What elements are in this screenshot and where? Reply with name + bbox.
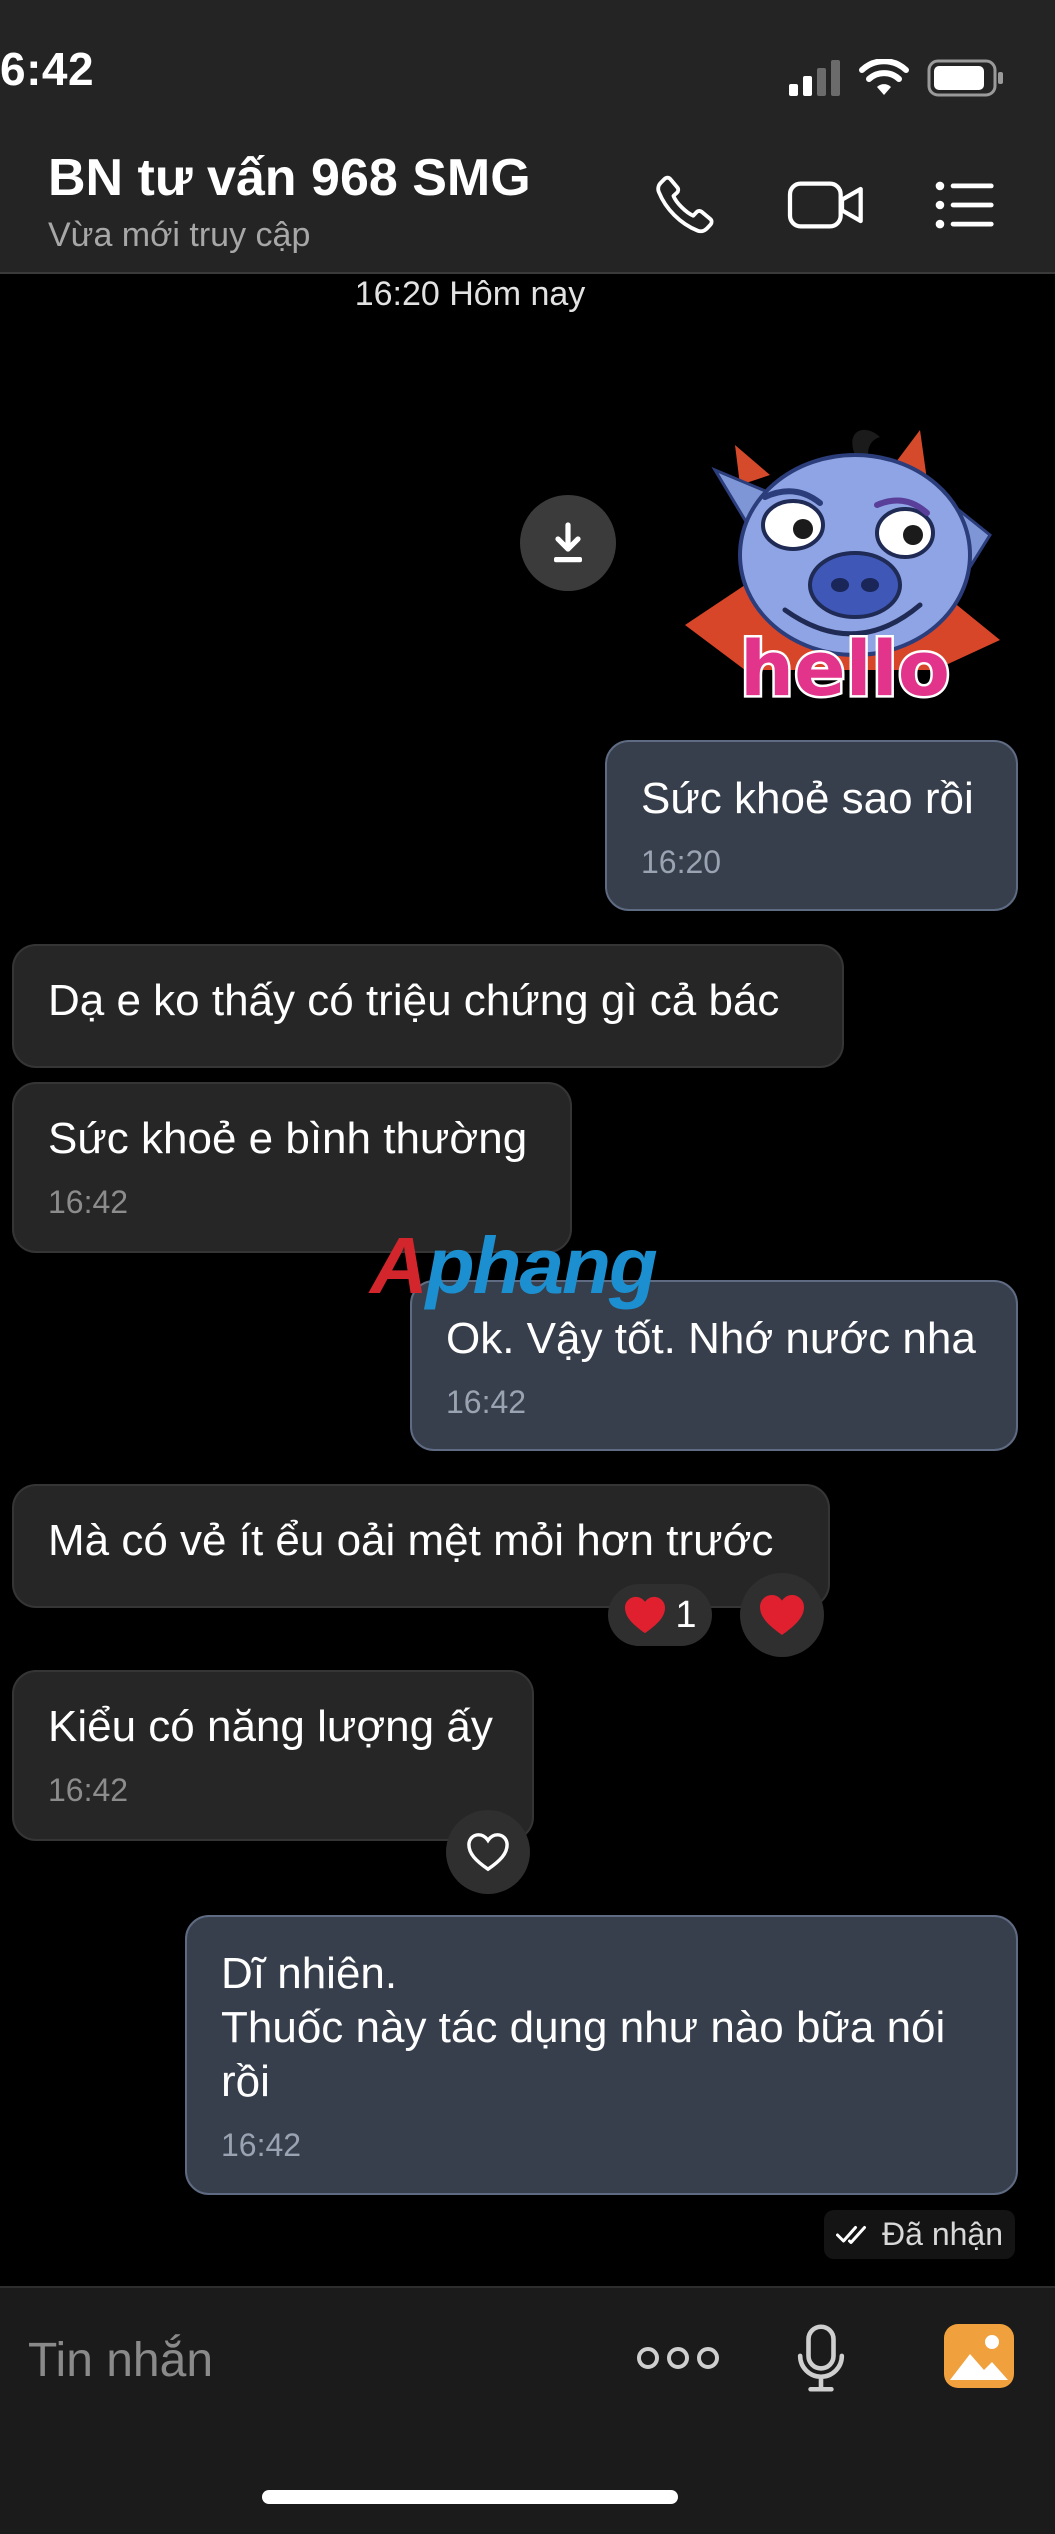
- menu-list-icon[interactable]: [934, 172, 996, 238]
- chat-subtitle: Vừa mới truy cập: [48, 216, 311, 254]
- battery-icon: [927, 59, 1003, 97]
- more-options-icon[interactable]: [636, 2338, 720, 2378]
- react-button[interactable]: [446, 1810, 530, 1894]
- home-indicator: [262, 2490, 678, 2504]
- message-time: 16:42: [446, 1384, 527, 1420]
- download-button[interactable]: [520, 495, 616, 591]
- message-bubble-outgoing[interactable]: Sức khoẻ sao rồi 16:20: [605, 740, 1018, 911]
- phone-call-icon[interactable]: [652, 172, 718, 238]
- heart-outline-icon: [467, 1833, 509, 1872]
- video-call-icon[interactable]: [786, 172, 866, 238]
- heart-icon: [760, 1595, 804, 1635]
- watermark: Aphang: [370, 1221, 658, 1310]
- react-button[interactable]: [740, 1573, 824, 1657]
- status-time: 6:42: [0, 43, 95, 95]
- date-separator: 16:20 Hôm nay: [354, 275, 586, 313]
- message-time: 16:42: [48, 1772, 129, 1808]
- message-text: Dĩ nhiên. Thuốc này tác dụng như nào bữa…: [221, 1949, 946, 2106]
- message-input[interactable]: Tin nhắn: [28, 2333, 213, 2388]
- message-bubble-incoming[interactable]: Mà có vẻ ít ểu oải mệt mỏi hơn trước: [12, 1484, 830, 1608]
- message-bubble-outgoing[interactable]: Dĩ nhiên. Thuốc này tác dụng như nào bữa…: [185, 1915, 1018, 2195]
- download-icon: [554, 522, 582, 563]
- chat-title[interactable]: BN tư vấn 968 SMG: [48, 148, 531, 208]
- wifi-icon: [859, 59, 909, 95]
- message-time: 16:20: [641, 844, 722, 880]
- cellular-signal-icon: [789, 60, 840, 96]
- message-text: Ok. Vậy tốt. Nhớ nước nha: [446, 1314, 976, 1363]
- message-text: Mà có vẻ ít ểu oải mệt mỏi hơn trước: [48, 1516, 774, 1565]
- message-text: Sức khoẻ e bình thường: [48, 1114, 528, 1163]
- reaction-count: 1: [675, 1593, 697, 1636]
- message-time: 16:42: [221, 2127, 302, 2163]
- double-check-icon: [836, 2225, 867, 2244]
- microphone-icon[interactable]: [796, 2322, 846, 2394]
- delivery-status-label: Đã nhận: [882, 2216, 1003, 2252]
- message-bubble-incoming[interactable]: Dạ e ko thấy có triệu chứng gì cả bác: [12, 944, 844, 1068]
- hello-sticker[interactable]: hello: [665, 425, 1015, 710]
- message-text: Kiểu có năng lượng ấy: [48, 1702, 493, 1751]
- status-icons: [789, 48, 1005, 108]
- heart-icon: [625, 1596, 666, 1634]
- sticker-text: hello: [740, 624, 950, 710]
- delivery-status: Đã nhận: [824, 2210, 1015, 2259]
- message-text: Dạ e ko thấy có triệu chứng gì cả bác: [48, 976, 780, 1025]
- message-text: Sức khoẻ sao rồi: [641, 774, 974, 823]
- gallery-icon[interactable]: [942, 2322, 1016, 2390]
- message-time: 16:42: [48, 1184, 129, 1220]
- reaction-badge[interactable]: 1: [608, 1584, 712, 1646]
- message-bubble-incoming[interactable]: Kiểu có năng lượng ấy 16:42: [12, 1670, 534, 1841]
